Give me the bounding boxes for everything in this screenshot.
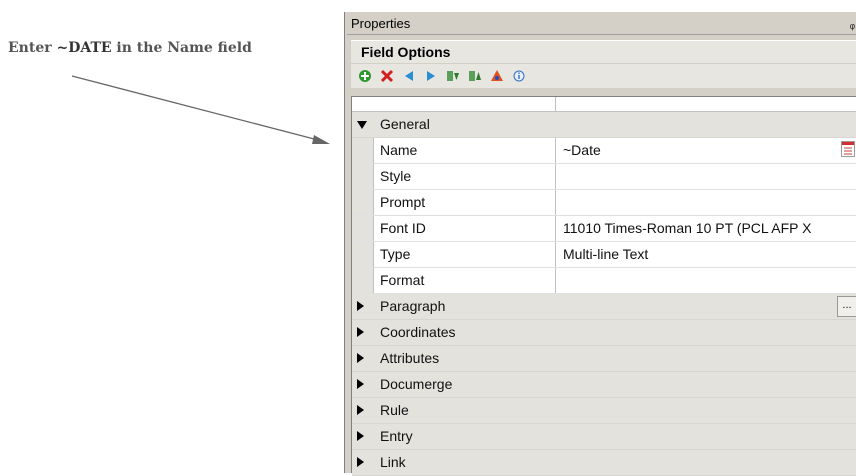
properties-panel: Properties ᵩ Field Options General Name …: [344, 12, 856, 476]
collapse-icon[interactable]: [357, 121, 367, 129]
prop-row-font-id[interactable]: Font ID 11010 Times-Roman 10 PT (PCL AFP…: [352, 216, 856, 242]
font-id-value-field[interactable]: 11010 Times-Roman 10 PT (PCL AFP X: [563, 220, 812, 236]
expand-icon[interactable]: [357, 457, 364, 467]
category-rule[interactable]: Rule: [352, 398, 856, 424]
expand-icon[interactable]: [357, 353, 364, 363]
category-attributes[interactable]: Attributes: [352, 346, 856, 372]
category-label: Link: [380, 454, 406, 470]
panel-title: Properties ᵩ: [347, 14, 856, 35]
category-paragraph[interactable]: Paragraph ...: [352, 294, 856, 320]
section-title: Field Options: [351, 40, 856, 63]
category-label: Entry: [380, 428, 413, 444]
expand-icon[interactable]: [357, 301, 364, 311]
prop-name: Type: [380, 246, 411, 262]
add-icon[interactable]: [357, 68, 373, 84]
category-general[interactable]: General: [352, 112, 856, 138]
category-link[interactable]: Link: [352, 450, 856, 476]
name-value-field[interactable]: ~Date: [563, 142, 601, 158]
category-label: Rule: [380, 402, 409, 418]
prop-row-name[interactable]: Name ~Date: [352, 138, 856, 164]
prop-row-format[interactable]: Format: [352, 268, 856, 294]
toolbar: [351, 64, 856, 88]
calendar-icon[interactable]: [841, 141, 855, 160]
pin-icon[interactable]: ᵩ: [850, 14, 855, 34]
prop-row-style[interactable]: Style: [352, 164, 856, 190]
property-grid: General Name ~Date Style Prompt Font ID: [351, 96, 856, 476]
move-left-icon[interactable]: [401, 68, 417, 84]
prop-name: Format: [380, 272, 425, 288]
category-label: Attributes: [380, 350, 440, 366]
prop-row-prompt[interactable]: Prompt: [352, 190, 856, 216]
move-right-icon[interactable]: [423, 68, 439, 84]
expand-icon[interactable]: [357, 405, 364, 415]
category-label: Documerge: [380, 376, 453, 392]
prop-name: Style: [380, 168, 412, 184]
expand-icon[interactable]: [357, 327, 364, 337]
prop-row-type[interactable]: Type Multi-line Text: [352, 242, 856, 268]
category-label: General: [380, 116, 430, 132]
move-down-icon[interactable]: [445, 68, 461, 84]
prop-name: Name: [380, 142, 418, 158]
category-label: Paragraph: [380, 298, 446, 314]
category-documerge[interactable]: Documerge: [352, 372, 856, 398]
category-label: Coordinates: [380, 324, 456, 340]
type-value-field[interactable]: Multi-line Text: [563, 246, 648, 262]
expand-icon[interactable]: [357, 379, 364, 389]
properties-icon[interactable]: [489, 68, 505, 84]
category-coordinates[interactable]: Coordinates: [352, 320, 856, 346]
prop-name: Font ID: [380, 220, 426, 236]
category-entry[interactable]: Entry: [352, 424, 856, 450]
ellipsis-button[interactable]: ...: [837, 296, 856, 317]
grid-header: [352, 97, 856, 112]
panel-title-text: Properties: [351, 16, 411, 31]
prop-name: Prompt: [380, 194, 426, 210]
move-up-icon[interactable]: [467, 68, 483, 84]
delete-icon[interactable]: [379, 68, 395, 84]
expand-icon[interactable]: [357, 431, 364, 441]
info-icon[interactable]: [511, 68, 527, 84]
